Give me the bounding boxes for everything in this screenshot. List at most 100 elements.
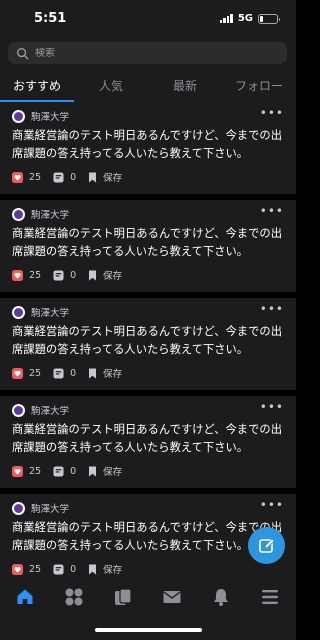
comment-count: 0 — [70, 367, 77, 379]
save-button[interactable]: 保存 — [88, 170, 122, 184]
like-count: 25 — [29, 367, 42, 379]
comment-button[interactable]: 0 — [53, 564, 76, 575]
post-text: 商業経営論のテスト明日あるんですけど、今までの出席課題の答え持ってる人いたら教え… — [12, 129, 282, 160]
network-label: 5G — [237, 13, 253, 24]
post-author[interactable]: 駒澤大学 — [12, 109, 69, 123]
save-button[interactable]: 保存 — [88, 562, 122, 576]
like-button[interactable]: 25 — [12, 269, 41, 281]
nav-cards[interactable] — [111, 585, 135, 609]
save-button[interactable]: 保存 — [88, 366, 122, 380]
menu-icon — [262, 590, 278, 604]
cards-icon — [115, 588, 132, 605]
search-bar[interactable] — [8, 42, 287, 64]
bell-icon — [214, 589, 228, 606]
bookmark-icon — [89, 368, 97, 378]
search-icon — [16, 47, 29, 59]
status-time: 5:51 — [34, 11, 67, 26]
post-text: 商業経営論のテスト明日あるんですけど、今までの出席課題の答え持ってる人いたら教え… — [12, 227, 282, 258]
comment-icon — [53, 563, 64, 575]
like-button[interactable]: 25 — [12, 563, 42, 575]
comment-count: 0 — [70, 171, 77, 183]
header: おすすめ 人気 最新 フォロー — [0, 38, 296, 102]
like-button[interactable]: 25 — [12, 171, 41, 183]
comment-button[interactable]: 0 — [53, 466, 76, 477]
save-label: 保存 — [103, 369, 123, 380]
nav-messages[interactable] — [160, 585, 184, 609]
more-options-icon[interactable]: ••• — [260, 303, 284, 315]
battery-icon — [258, 13, 280, 24]
bookmark-icon — [89, 172, 97, 182]
save-label: 保存 — [103, 271, 123, 282]
heart-icon — [12, 465, 23, 477]
post-actions: 25 0 保存 — [12, 562, 134, 576]
signal-icon — [219, 14, 233, 23]
mail-icon — [163, 591, 181, 603]
post-card[interactable]: 駒澤大学 ••• 商業経営論のテスト明日あるんですけど、今までの出席課題の答え持… — [0, 396, 296, 488]
heart-icon — [12, 563, 23, 575]
nav-menu[interactable] — [258, 585, 282, 609]
status-bar: 5:51 5G — [0, 0, 296, 38]
nav-notifications[interactable] — [209, 585, 233, 609]
post-actions: 25 0 保存 — [12, 366, 134, 380]
school-avatar — [12, 109, 25, 123]
bookmark-icon — [89, 564, 97, 574]
heart-icon — [12, 367, 23, 379]
school-name: 駒澤大学 — [31, 504, 70, 515]
post-author[interactable]: 駒澤大学 — [12, 305, 69, 319]
home-icon — [17, 589, 33, 604]
post-text: 商業経営論のテスト明日あるんですけど、今までの出席課題の答え持ってる人いたら教え… — [12, 521, 282, 552]
comment-count: 0 — [70, 465, 77, 477]
tab-bar: おすすめ 人気 最新 フォロー — [0, 72, 296, 102]
post-author[interactable]: 駒澤大学 — [12, 501, 69, 515]
like-button[interactable]: 25 — [12, 367, 42, 379]
post-actions: 25 0 保存 — [12, 464, 134, 478]
school-avatar — [12, 305, 25, 319]
comment-icon — [53, 465, 64, 477]
bookmark-icon — [89, 466, 97, 476]
like-count: 25 — [29, 465, 42, 477]
school-avatar — [12, 403, 25, 417]
more-options-icon[interactable]: ••• — [260, 107, 284, 119]
compose-icon — [258, 537, 275, 553]
save-button[interactable]: 保存 — [88, 464, 122, 478]
more-options-icon[interactable]: ••• — [260, 205, 284, 217]
post-author[interactable]: 駒澤大学 — [12, 403, 69, 417]
tab-popular[interactable]: 人気 — [74, 72, 148, 102]
post-text: 商業経営論のテスト明日あるんですけど、今までの出席課題の答え持ってる人いたら教え… — [12, 325, 282, 356]
post-author[interactable]: 駒澤大学 — [12, 207, 69, 221]
more-options-icon[interactable]: ••• — [260, 401, 284, 413]
comment-button[interactable]: 0 — [53, 172, 76, 183]
comment-count: 0 — [70, 563, 77, 575]
like-button[interactable]: 25 — [12, 465, 42, 477]
post-card[interactable]: 駒澤大学 ••• 商業経営論のテスト明日あるんですけど、今までの出席課題の答え持… — [0, 298, 296, 390]
school-avatar — [12, 501, 25, 515]
tab-recommended[interactable]: おすすめ — [0, 72, 74, 102]
heart-icon — [12, 269, 23, 281]
post-actions: 25 0 保存 — [12, 268, 134, 282]
nav-categories[interactable] — [62, 585, 86, 609]
more-options-icon[interactable]: ••• — [260, 499, 284, 511]
post-text: 商業経営論のテスト明日あるんですけど、今までの出席課題の答え持ってる人いたら教え… — [12, 423, 282, 454]
comment-button[interactable]: 0 — [53, 270, 76, 281]
comment-icon — [53, 171, 64, 183]
comment-icon — [53, 367, 64, 379]
search-input[interactable] — [35, 47, 255, 59]
tab-following[interactable]: フォロー — [222, 72, 296, 102]
home-indicator — [95, 628, 202, 632]
like-count: 25 — [29, 563, 42, 575]
school-name: 駒澤大学 — [31, 112, 70, 123]
save-button[interactable]: 保存 — [88, 268, 122, 282]
heart-icon — [12, 171, 23, 183]
post-card[interactable]: 駒澤大学 ••• 商業経営論のテスト明日あるんですけど、今までの出席課題の答え持… — [0, 200, 296, 292]
comment-button[interactable]: 0 — [53, 368, 76, 379]
status-indicators: 5G — [219, 13, 280, 24]
school-name: 駒澤大学 — [31, 406, 70, 417]
save-label: 保存 — [103, 565, 123, 576]
bookmark-icon — [89, 270, 97, 280]
compose-button[interactable] — [248, 527, 285, 564]
post-card[interactable]: 駒澤大学 ••• 商業経営論のテスト明日あるんですけど、今までの出席課題の答え持… — [0, 102, 296, 194]
comment-icon — [53, 269, 64, 281]
tab-latest[interactable]: 最新 — [148, 72, 222, 102]
save-label: 保存 — [103, 173, 123, 184]
nav-home[interactable] — [13, 585, 37, 609]
